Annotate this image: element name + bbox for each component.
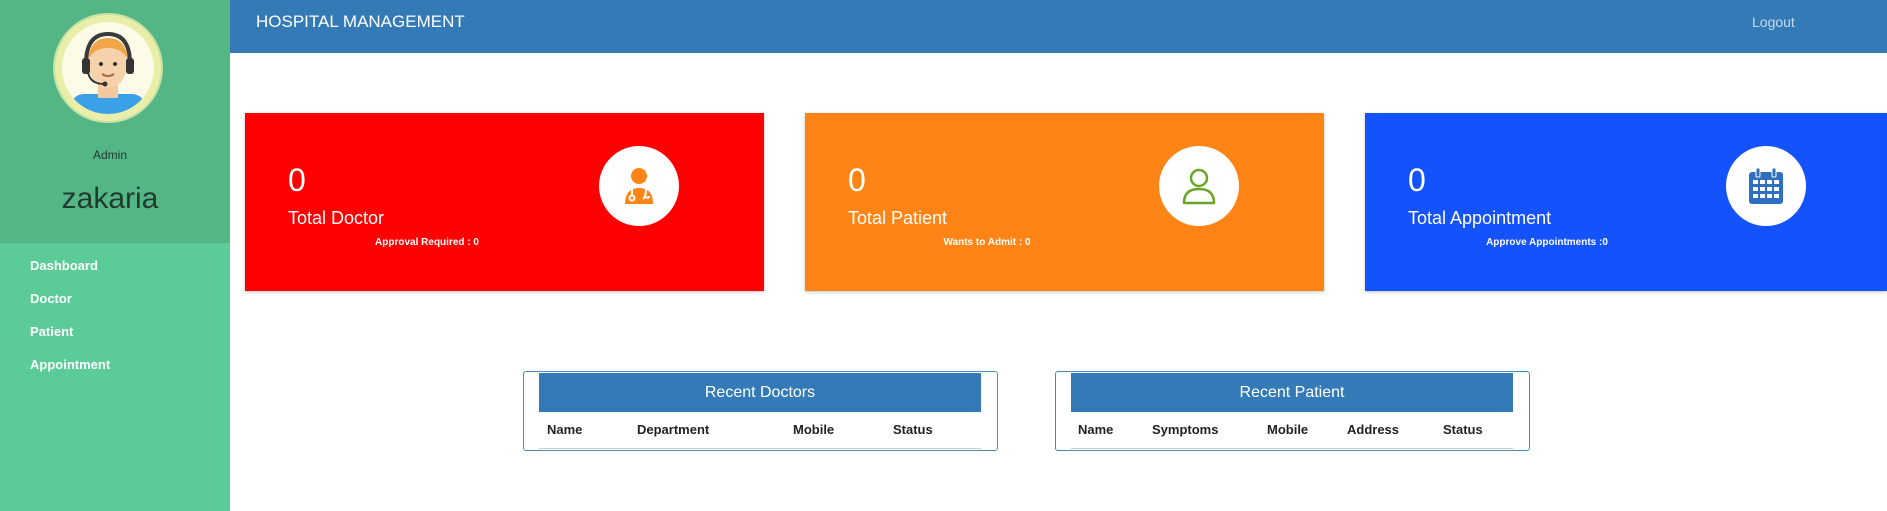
username: zakaria: [61, 182, 159, 215]
profile-section: Admin zakaria: [0, 0, 230, 243]
doctor-icon: [625, 168, 653, 204]
total-appointment-card: 0 Total Appointment Approve Appointments…: [1365, 113, 1887, 291]
recent-doctors-title: Recent Doctors: [539, 373, 981, 412]
column-header-status: Status: [893, 422, 933, 437]
app-title: HOSPITAL MANAGEMENT: [256, 12, 465, 31]
total-doctor-count: 0: [288, 162, 306, 198]
calendar-icon: [1749, 167, 1783, 204]
sidebar: Admin zakaria Dashboard Doctor Patient A…: [0, 0, 230, 511]
avatar-illustration: [62, 22, 154, 114]
total-patient-count: 0: [848, 162, 866, 198]
sidebar-item-appointment[interactable]: Appointment: [30, 354, 110, 387]
total-doctor-card: 0 Total Doctor Approval Required : 0: [245, 113, 764, 291]
total-doctor-label: Total Doctor: [288, 208, 385, 228]
column-header-mobile: Mobile: [793, 422, 835, 437]
appointment-icon-circle: [1726, 146, 1806, 226]
top-header: HOSPITAL MANAGEMENT Logout: [230, 0, 1887, 53]
patient-icon-circle: [1159, 146, 1239, 226]
column-header-symptoms: Symptoms: [1152, 422, 1219, 437]
recent-doctors-header-row: Name Department Mobile Status: [539, 412, 981, 449]
column-header-name: Name: [1078, 422, 1114, 437]
recent-patient-panel: Recent Patient Name Symptoms Mobile Addr…: [1055, 371, 1530, 451]
recent-patient-title: Recent Patient: [1071, 373, 1513, 412]
wants-to-admit-text: Wants to Admit : 0: [943, 237, 1031, 248]
logout-link[interactable]: Logout: [1752, 14, 1795, 30]
recent-doctors-panel: Recent Doctors Name Department Mobile St…: [523, 371, 998, 451]
total-patient-label: Total Patient: [848, 208, 948, 228]
approve-appointments-text: Approve Appointments :0: [1486, 237, 1608, 248]
sidebar-item-patient[interactable]: Patient: [30, 321, 110, 354]
total-appointment-label: Total Appointment: [1408, 208, 1552, 228]
total-patient-card: 0 Total Patient Wants to Admit : 0: [805, 113, 1324, 291]
user-role: Admin: [92, 148, 127, 162]
sidebar-nav: Dashboard Doctor Patient Appointment: [30, 255, 110, 387]
sidebar-item-doctor[interactable]: Doctor: [30, 288, 110, 321]
doctor-icon-circle: [599, 146, 679, 226]
column-header-status: Status: [1443, 422, 1483, 437]
approval-required-text: Approval Required : 0: [375, 237, 479, 248]
column-header-name: Name: [547, 422, 583, 437]
avatar: [55, 15, 161, 121]
column-header-address: Address: [1347, 422, 1400, 437]
recent-patient-header-row: Name Symptoms Mobile Address Status: [1071, 412, 1513, 449]
total-appointment-count: 0: [1408, 162, 1426, 198]
sidebar-item-dashboard[interactable]: Dashboard: [30, 255, 110, 288]
user-icon: [1182, 168, 1216, 205]
column-header-mobile: Mobile: [1267, 422, 1309, 437]
column-header-department: Department: [637, 422, 710, 437]
